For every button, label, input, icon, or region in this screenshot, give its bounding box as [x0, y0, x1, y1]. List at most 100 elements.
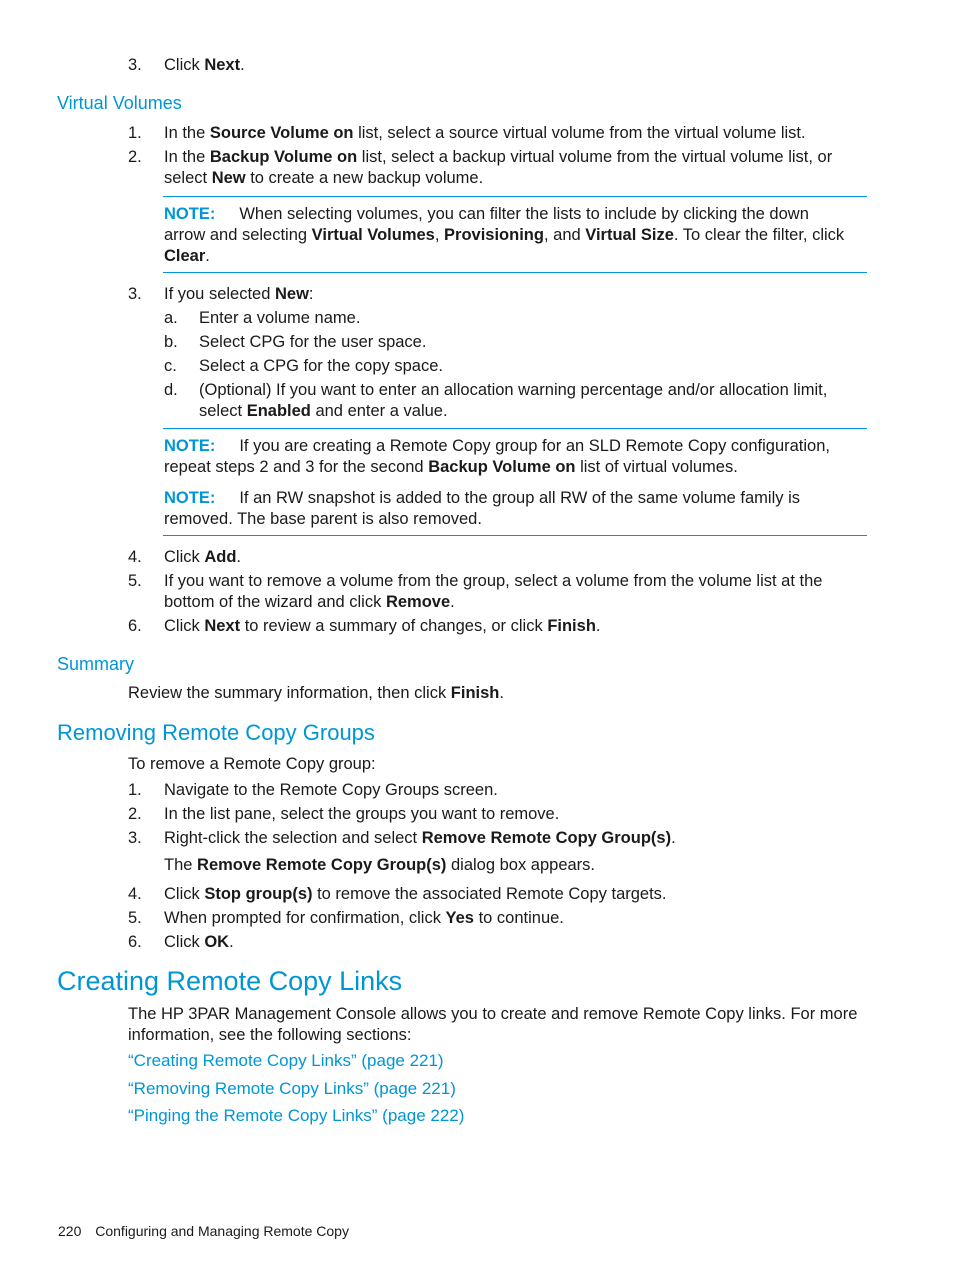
text: If an RW snapshot is added to the group …: [239, 489, 801, 507]
text: .: [229, 933, 234, 951]
text: bottom of the wizard and click: [164, 593, 386, 611]
text: . To clear the filter, click: [673, 226, 845, 244]
text: .: [236, 548, 242, 566]
ui-term: Stop group(s): [204, 885, 313, 903]
text: Click: [164, 885, 205, 903]
text: The: [164, 856, 198, 874]
note-line: repeat steps 2 and 3 for the second Back…: [164, 457, 738, 478]
footer: 220 Configuring and Managing Remote Copy: [58, 1223, 349, 1239]
text: select: [199, 402, 247, 420]
text: to review a summary of changes, or click: [240, 617, 548, 635]
text: Click: [164, 617, 205, 635]
note-box-2: NOTE: If you are creating a Remote Copy g…: [164, 436, 830, 457]
ui-term: Remove Remote Copy Group(s): [197, 856, 447, 874]
ui-term: Provisioning: [444, 226, 544, 244]
text: list of virtual volumes.: [575, 458, 738, 476]
step-text: In the Source Volume on list, select a s…: [164, 123, 806, 144]
step-text-continued: bottom of the wizard and click Remove.: [164, 592, 455, 613]
ui-term: Next: [204, 617, 241, 635]
text: Right-click the selection and select: [164, 829, 422, 847]
substep-text: Select CPG for the user space.: [199, 333, 427, 351]
summary-text: Review the summary information, then cli…: [128, 683, 504, 704]
step-number: 3.: [128, 829, 142, 847]
step-number: 6.: [128, 617, 142, 635]
substep-letter: c.: [164, 357, 177, 375]
text: When prompted for confirmation, click: [164, 909, 446, 927]
ui-term: Clear: [164, 247, 206, 265]
step-text: Click Next.: [164, 55, 245, 76]
text: .: [450, 593, 455, 611]
step-number: 4.: [128, 548, 142, 566]
substep-text-continued: select Enabled and enter a value.: [199, 401, 448, 422]
section-heading-removing-groups: Removing Remote Copy Groups: [57, 720, 375, 745]
step-text: Click OK.: [164, 932, 234, 953]
step-text: If you selected New:: [164, 284, 314, 305]
ui-term: Virtual Size: [585, 226, 674, 244]
step-text: When prompted for confirmation, click Ye…: [164, 908, 564, 929]
text: If you selected: [164, 285, 275, 303]
ui-term: Remove Remote Copy Group(s): [421, 829, 672, 847]
step-number: 1.: [128, 781, 142, 799]
text: repeat steps 2 and 3 for the second: [164, 458, 429, 476]
text: list, select a backup virtual volume fro…: [357, 148, 833, 166]
link-creating-remote-copy-links[interactable]: “Creating Remote Copy Links” (page 221): [128, 1051, 444, 1071]
note-line: removed. The base parent is also removed…: [164, 510, 482, 528]
note-divider: [163, 196, 867, 197]
link-pinging-remote-copy-links[interactable]: “Pinging the Remote Copy Links” (page 22…: [128, 1106, 464, 1126]
note-divider: [163, 428, 867, 429]
text: Click: [164, 548, 205, 566]
chapter-title: Configuring and Managing Remote Copy: [95, 1223, 349, 1239]
step-number: 3.: [128, 285, 142, 303]
section-heading-virtual-volumes: Virtual Volumes: [57, 93, 182, 113]
step-result: The Remove Remote Copy Group(s) dialog b…: [164, 855, 595, 876]
ui-term: Yes: [445, 909, 474, 927]
note-line: Clear.: [164, 246, 210, 267]
note-line: arrow and selecting Virtual Volumes, Pro…: [164, 225, 844, 246]
text: .: [205, 247, 210, 265]
ui-term: Enabled: [246, 402, 311, 420]
substep-letter: b.: [164, 333, 178, 351]
step-number: 5.: [128, 909, 142, 927]
step-text: In the list pane, select the groups you …: [164, 805, 560, 823]
text: to create a new backup volume.: [245, 169, 484, 187]
step-text: Navigate to the Remote Copy Groups scree…: [164, 781, 498, 799]
ui-term: Backup Volume on: [428, 458, 576, 476]
note-label: NOTE:: [164, 489, 216, 507]
step-number: 2.: [128, 805, 142, 823]
ui-term: Backup Volume on: [209, 148, 358, 166]
note-divider: [163, 535, 867, 536]
note-divider: [163, 272, 867, 273]
step-text: If you want to remove a volume from the …: [164, 572, 823, 590]
step-text: Click Add.: [164, 547, 241, 568]
step-text: Click Next to review a summary of change…: [164, 616, 601, 637]
paragraph-text: information, see the following sections:: [128, 1026, 412, 1044]
text: to continue.: [473, 909, 564, 927]
text: In the: [164, 148, 210, 166]
ui-term: Finish: [547, 617, 596, 635]
text: Click: [164, 56, 205, 74]
note-label: NOTE:: [164, 437, 216, 455]
chapter-heading-creating-links: Creating Remote Copy Links: [57, 966, 403, 996]
text: .: [671, 829, 676, 847]
text: .: [499, 684, 504, 702]
substep-text: Select a CPG for the copy space.: [199, 357, 443, 375]
ui-term: Remove: [385, 593, 451, 611]
step-number: 3.: [128, 56, 142, 74]
note-label: NOTE:: [164, 205, 216, 223]
step-number: 4.: [128, 885, 142, 903]
text: to remove the associated Remote Copy tar…: [312, 885, 667, 903]
step-text: Click Stop group(s) to remove the associ…: [164, 884, 667, 905]
page-number: 220: [58, 1223, 82, 1239]
link-removing-remote-copy-links[interactable]: “Removing Remote Copy Links” (page 221): [128, 1079, 456, 1099]
substep-letter: a.: [164, 309, 178, 327]
step-text-continued: select New to create a new backup volume…: [164, 168, 483, 189]
ui-term: Next: [204, 56, 241, 74]
step-text: Right-click the selection and select Rem…: [164, 828, 676, 849]
text: .: [240, 56, 245, 74]
step-number: 5.: [128, 572, 142, 590]
text: In the: [164, 124, 210, 142]
substep-letter: d.: [164, 381, 178, 399]
text: Review the summary information, then cli…: [128, 684, 451, 702]
ui-term: Source Volume on: [209, 124, 354, 142]
ui-term: OK: [204, 933, 230, 951]
